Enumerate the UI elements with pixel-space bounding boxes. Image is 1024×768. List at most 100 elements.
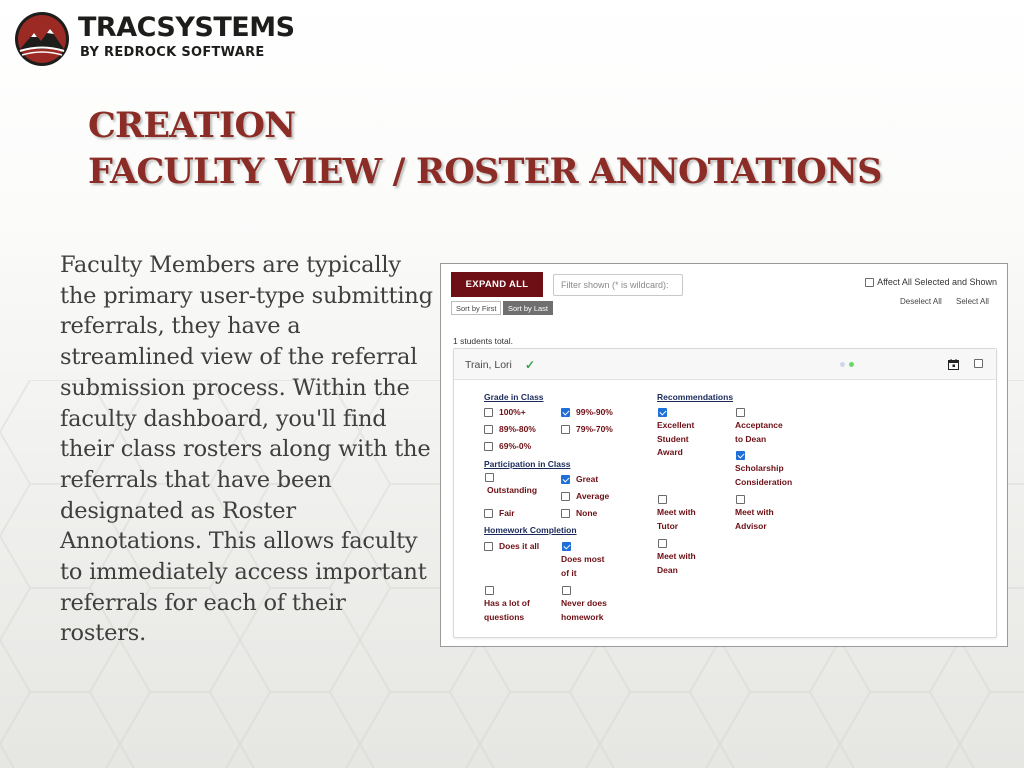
advisor-checkbox[interactable] bbox=[736, 495, 745, 504]
grade-79-70-label: 79%-70% bbox=[576, 424, 613, 434]
grade-option-79-70[interactable]: 79%-70% bbox=[561, 423, 613, 437]
participation-option-average[interactable]: Average bbox=[561, 490, 609, 504]
scholarship-label-1: Scholarship bbox=[735, 463, 784, 473]
has-questions-label-1: Has a lot of bbox=[484, 598, 530, 608]
none-checkbox[interactable] bbox=[561, 509, 570, 519]
average-checkbox[interactable] bbox=[561, 492, 570, 502]
grade-79-70-checkbox[interactable] bbox=[561, 425, 570, 435]
fair-checkbox[interactable] bbox=[484, 509, 493, 519]
participation-heading: Participation in Class bbox=[484, 459, 571, 469]
title-line-2: FACULTY VIEW / ROSTER ANNOTATIONS bbox=[88, 151, 882, 192]
does-it-all-label: Does it all bbox=[499, 541, 540, 551]
participation-option-fair[interactable]: Fair bbox=[484, 507, 515, 521]
student-select-checkbox[interactable] bbox=[974, 359, 983, 368]
homework-heading: Homework Completion bbox=[484, 525, 577, 535]
grade-99-90-label: 99%-90% bbox=[576, 407, 613, 417]
affect-all-checkbox-row[interactable]: Affect All Selected and Shown bbox=[865, 277, 997, 287]
student-card: Train, Lori ✓ Grade in Class 100%+ 99%-9… bbox=[453, 348, 997, 638]
advisor-label-2: Advisor bbox=[735, 520, 767, 531]
student-card-header[interactable]: Train, Lori ✓ bbox=[454, 349, 996, 380]
participation-option-none[interactable]: None bbox=[561, 507, 597, 521]
excellent-label-2: Student bbox=[657, 433, 689, 444]
has-questions-label-2: questions bbox=[484, 611, 525, 622]
acceptance-label-2: to Dean bbox=[735, 433, 767, 444]
recommendation-meet-with-dean[interactable]: Meet with Dean bbox=[657, 539, 696, 577]
grade-option-69-0[interactable]: 69%-0% bbox=[484, 440, 531, 454]
fair-label: Fair bbox=[499, 508, 515, 518]
does-most-label-2: of it bbox=[561, 567, 577, 578]
acceptance-checkbox[interactable] bbox=[736, 408, 745, 417]
homework-option-does-most[interactable]: Does most of it bbox=[561, 542, 604, 580]
grade-69-0-checkbox[interactable] bbox=[484, 442, 493, 452]
never-label-2: homework bbox=[561, 611, 604, 622]
body-paragraph: Faculty Members are typically the primar… bbox=[60, 252, 433, 647]
does-most-label-1: Does most bbox=[561, 554, 605, 564]
recommendation-acceptance-to-dean[interactable]: Acceptance to Dean bbox=[735, 408, 783, 446]
participation-option-outstanding[interactable]: Outstanding bbox=[484, 473, 537, 498]
expand-all-button[interactable]: EXPAND ALL bbox=[451, 272, 543, 297]
average-label: Average bbox=[576, 491, 610, 501]
filter-input[interactable] bbox=[553, 274, 683, 296]
homework-option-has-questions[interactable]: Has a lot of questions bbox=[484, 586, 530, 624]
brand-tagline: BY REDROCK SOFTWARE bbox=[80, 45, 265, 60]
checkmark-icon: ✓ bbox=[525, 358, 536, 372]
outstanding-checkbox[interactable] bbox=[485, 473, 494, 482]
recommendation-excellent-student-award[interactable]: Excellent Student Award bbox=[657, 408, 694, 460]
grade-89-80-label: 89%-80% bbox=[499, 424, 536, 434]
select-all-link[interactable]: Select All bbox=[956, 297, 989, 306]
outstanding-label: Outstanding bbox=[487, 485, 538, 495]
grade-69-0-label: 69%-0% bbox=[499, 441, 532, 451]
participation-option-great[interactable]: Great bbox=[561, 473, 598, 487]
slide-title: CREATION FACULTY VIEW / ROSTER ANNOTATIO… bbox=[88, 103, 882, 195]
affect-all-checkbox[interactable] bbox=[865, 277, 875, 287]
never-checkbox[interactable] bbox=[562, 586, 571, 595]
faculty-view-screenshot: EXPAND ALL Sort by First Sort by Last Af… bbox=[440, 263, 1008, 647]
dean-checkbox[interactable] bbox=[658, 539, 667, 548]
status-dot-blue bbox=[840, 362, 845, 367]
none-label: None bbox=[576, 508, 598, 518]
scholarship-checkbox[interactable] bbox=[736, 451, 745, 460]
mountain-logo-icon bbox=[15, 12, 69, 66]
homework-option-never[interactable]: Never does homework bbox=[561, 586, 607, 624]
grade-100-label: 100%+ bbox=[499, 407, 526, 417]
grade-in-class-heading: Grade in Class bbox=[484, 392, 544, 402]
affect-all-label: Affect All Selected and Shown bbox=[877, 277, 997, 287]
dean-label-1: Meet with bbox=[657, 551, 696, 561]
dean-label-2: Dean bbox=[657, 564, 678, 575]
student-count: 1 students total. bbox=[453, 336, 514, 346]
grade-99-90-checkbox[interactable] bbox=[561, 408, 570, 418]
grade-option-100[interactable]: 100%+ bbox=[484, 406, 526, 420]
does-it-all-checkbox[interactable] bbox=[484, 542, 493, 552]
deselect-all-link[interactable]: Deselect All bbox=[900, 297, 942, 306]
recommendations-heading: Recommendations bbox=[657, 392, 734, 402]
recommendation-scholarship[interactable]: Scholarship Consideration bbox=[735, 451, 792, 489]
excellent-label-3: Award bbox=[657, 447, 683, 457]
recommendation-meet-with-advisor[interactable]: Meet with Advisor bbox=[735, 495, 774, 533]
excellent-label-1: Excellent bbox=[657, 420, 695, 430]
great-checkbox[interactable] bbox=[561, 475, 570, 485]
tracsystems-logo: TRACSYSTEMS BY REDROCK SOFTWARE bbox=[14, 8, 314, 68]
homework-option-does-it-all[interactable]: Does it all bbox=[484, 540, 539, 554]
has-questions-checkbox[interactable] bbox=[485, 586, 494, 595]
title-line-1: CREATION bbox=[88, 105, 296, 146]
grade-option-99-90[interactable]: 99%-90% bbox=[561, 406, 613, 420]
calendar-icon[interactable] bbox=[948, 359, 959, 370]
does-most-checkbox[interactable] bbox=[562, 542, 571, 551]
tutor-checkbox[interactable] bbox=[658, 495, 667, 504]
never-label-1: Never does bbox=[561, 598, 607, 608]
excellent-award-checkbox[interactable] bbox=[658, 408, 667, 417]
brand-name: TRACSYSTEMS bbox=[78, 12, 295, 43]
student-name[interactable]: Train, Lori bbox=[465, 359, 512, 371]
grade-89-80-checkbox[interactable] bbox=[484, 425, 493, 435]
tutor-label-2: Tutor bbox=[657, 520, 679, 531]
sort-by-last-button[interactable]: Sort by Last bbox=[503, 301, 554, 315]
scholarship-label-2: Consideration bbox=[735, 476, 793, 487]
status-dot-green bbox=[849, 362, 854, 367]
grade-100-checkbox[interactable] bbox=[484, 408, 493, 418]
sort-by-first-button[interactable]: Sort by First bbox=[451, 301, 502, 315]
great-label: Great bbox=[576, 474, 599, 484]
tutor-label-1: Meet with bbox=[657, 507, 696, 517]
advisor-label-1: Meet with bbox=[735, 507, 774, 517]
grade-option-89-80[interactable]: 89%-80% bbox=[484, 423, 536, 437]
recommendation-meet-with-tutor[interactable]: Meet with Tutor bbox=[657, 495, 696, 533]
